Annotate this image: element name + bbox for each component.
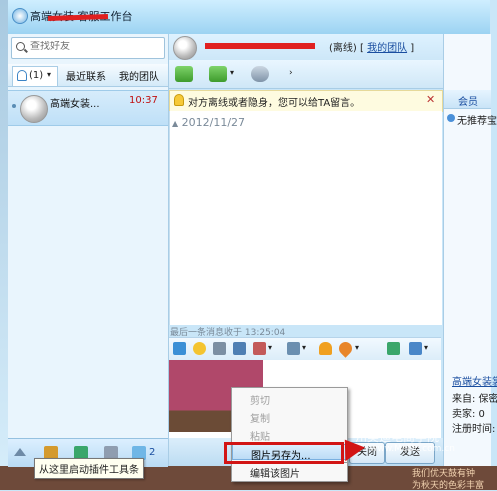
chat-toolbar: ▾ › [169,60,443,89]
search-icon [16,42,25,51]
quick-phrase-icon[interactable] [287,342,300,355]
notice-text: 对方离线或者隐身，您可以给TA留言。 [188,98,361,109]
shop-link[interactable]: 高端女装裳 [452,373,497,388]
tab-contacts[interactable]: (1) ▾ [12,66,58,86]
menu-item-paste[interactable]: 粘贴 [232,426,347,443]
chevron-down-icon[interactable]: ▾ [424,343,428,352]
peer-status: (离线) [ 我的团队 ] [329,43,415,54]
redacted-peer-name [205,43,315,49]
chevron-down-icon[interactable]: ▾ [230,68,234,77]
peer-avatar[interactable] [173,36,197,60]
heart-icon[interactable] [336,339,355,358]
info-icon [447,114,455,122]
chevron-down-icon: ▾ [47,70,52,79]
search-box[interactable] [11,37,165,59]
watermark-slogan-2: 为秋天的色彩丰富 [412,481,485,491]
file-transfer-icon[interactable] [209,66,227,82]
member-panel: 会员 无推荐宝 高端女装裳 来自: 保密 卖家: 0 注册时间: [443,34,497,466]
tab-recent[interactable]: 最近联系 [66,68,106,83]
contact-time: 10:37 [129,95,158,106]
member-seller: 卖家: 0 [452,409,485,420]
tab-member[interactable]: 会员 [444,90,491,109]
microphone-icon[interactable] [251,66,269,82]
chevron-down-icon[interactable]: ▾ [302,343,306,352]
tab-member-label: 会员 [458,97,478,108]
tab-contacts-count: (1) [29,70,44,81]
menu-item-cut[interactable]: 剪切 [232,390,347,407]
watermark-url: www.MeDc.com.cn [370,444,455,454]
menu-item-copy[interactable]: 复制 [232,408,347,425]
contacts-pane: (1) ▾ 最近联系 我的团队 高端女装... 10:37 2 [8,34,169,467]
watermark-logo: MD [338,367,423,430]
screenshot-icon[interactable] [253,342,266,355]
menu-item-edit-image[interactable]: 编辑该图片 [231,463,348,482]
member-register-time: 注册时间: [452,424,496,435]
chevron-down-icon[interactable]: ▾ [355,343,359,352]
app-logo-icon [12,8,28,24]
message-history[interactable]: ▲ 2012/11/27 [169,111,442,325]
eject-icon[interactable] [14,448,26,456]
title-bar[interactable]: 高端女装 客服工作台 [8,0,490,35]
bullet-icon [12,104,16,108]
lightbulb-icon [174,94,184,106]
bell-icon[interactable] [319,342,332,355]
tab-team[interactable]: 我的团队 [119,68,159,83]
history-icon[interactable] [387,342,400,355]
font-icon[interactable] [173,342,186,355]
plugin-tooltip: 从这里启动插件工具条 [34,458,144,479]
highlight-annotation [224,442,344,464]
date-separator: ▲ 2012/11/27 [172,116,246,129]
emoji-icon[interactable] [193,342,206,355]
more-arrow-icon[interactable]: › [289,68,293,78]
chevron-down-icon[interactable]: ▾ [268,343,272,352]
member-origin: 来自: 保密 [452,394,497,405]
input-toolbar: ▾ ▾ ▾ ▾ [169,337,441,361]
video-call-icon[interactable] [175,66,193,82]
close-icon[interactable]: ✕ [426,93,435,106]
image-icon[interactable] [233,342,246,355]
avatar [20,95,48,123]
search-input[interactable] [30,41,160,52]
message-manager-icon[interactable] [409,342,422,355]
offline-notice: 对方离线或者隐身，您可以给TA留言。 ✕ [169,90,443,112]
desktop-background [0,0,8,490]
stamp-icon[interactable] [213,342,226,355]
team-link[interactable]: 我的团队 [367,43,407,54]
no-recommendation-text: 无推荐宝 [457,116,497,127]
notification-count: 2 [149,447,156,458]
contact-tabs: (1) ▾ 最近联系 我的团队 [8,64,168,87]
user-icon [17,70,27,81]
contact-list-item[interactable]: 高端女装... 10:37 [8,90,168,126]
contact-name: 高端女装... [50,99,100,110]
chat-header: (离线) [ 我的团队 ] [169,34,443,60]
